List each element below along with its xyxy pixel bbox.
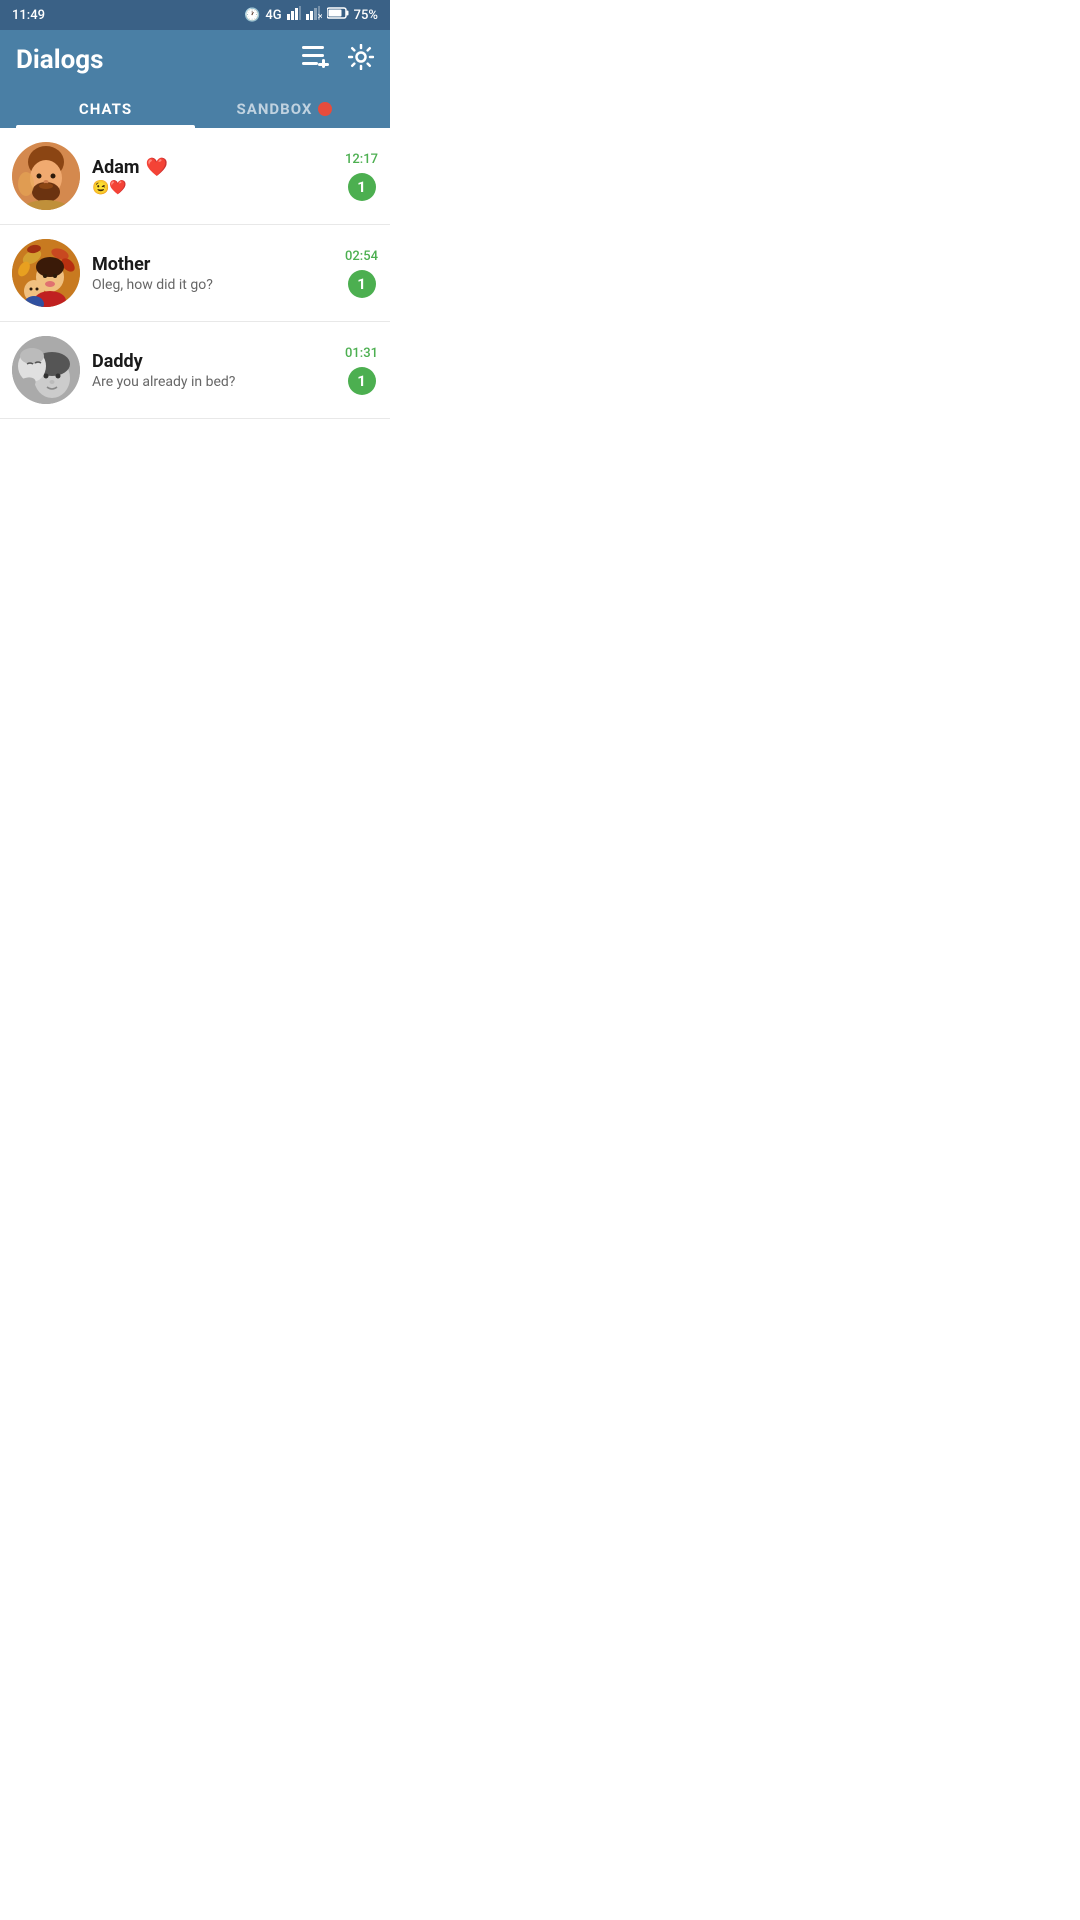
battery-percent: 75% <box>354 8 378 23</box>
unread-badge-daddy: 1 <box>348 367 376 395</box>
chat-time-adam: 12:17 <box>345 152 378 167</box>
avatar-daddy <box>12 336 80 404</box>
chat-item-mother[interactable]: Mother Oleg, how did it go? 02:54 1 <box>0 225 390 322</box>
tab-sandbox[interactable]: SANDBOX <box>195 90 374 128</box>
status-bar: 11:49 🕐 4G ✕ <box>0 0 390 30</box>
chat-name-adam: Adam ❤️ <box>92 157 333 178</box>
sandbox-notification-dot <box>318 102 332 116</box>
status-indicators: 🕐 4G ✕ <box>244 6 378 24</box>
avatar-mother <box>12 239 80 307</box>
new-chat-button[interactable] <box>302 46 330 74</box>
chat-preview-daddy: Are you already in bed? <box>92 374 333 390</box>
unread-badge-adam: 1 <box>348 173 376 201</box>
tabs-container: CHATS SANDBOX <box>16 90 374 128</box>
tab-chats[interactable]: CHATS <box>16 90 195 128</box>
chat-content-daddy: Daddy Are you already in bed? <box>92 351 333 390</box>
chat-content-mother: Mother Oleg, how did it go? <box>92 254 333 293</box>
chat-item-adam[interactable]: Adam ❤️ 😉❤️ 12:17 1 <box>0 128 390 225</box>
chat-time-mother: 02:54 <box>345 249 378 264</box>
chat-name-mother: Mother <box>92 254 333 275</box>
chat-right-mother: 02:54 1 <box>345 249 378 298</box>
chat-right-adam: 12:17 1 <box>345 152 378 201</box>
chat-time-daddy: 01:31 <box>345 346 378 361</box>
chat-preview-adam: 😉❤️ <box>92 180 333 196</box>
settings-button[interactable] <box>348 44 374 76</box>
signal-icon <box>287 6 301 24</box>
page-title: Dialogs <box>16 45 103 75</box>
chat-item-daddy[interactable]: Daddy Are you already in bed? 01:31 1 <box>0 322 390 419</box>
chat-right-daddy: 01:31 1 <box>345 346 378 395</box>
chat-list: Adam ❤️ 😉❤️ 12:17 1 <box>0 128 390 419</box>
header: Dialogs CHATS <box>0 30 390 128</box>
network-type: 4G <box>265 8 281 23</box>
chat-content-adam: Adam ❤️ 😉❤️ <box>92 157 333 196</box>
battery-icon <box>327 7 349 23</box>
unread-badge-mother: 1 <box>348 270 376 298</box>
avatar-adam <box>12 142 80 210</box>
chat-name-daddy: Daddy <box>92 351 333 372</box>
svg-text:✕: ✕ <box>317 12 322 20</box>
signal-x-icon: ✕ <box>306 6 322 24</box>
status-time: 11:49 <box>12 8 45 23</box>
clock-icon: 🕐 <box>244 8 260 23</box>
chat-preview-mother: Oleg, how did it go? <box>92 277 333 293</box>
